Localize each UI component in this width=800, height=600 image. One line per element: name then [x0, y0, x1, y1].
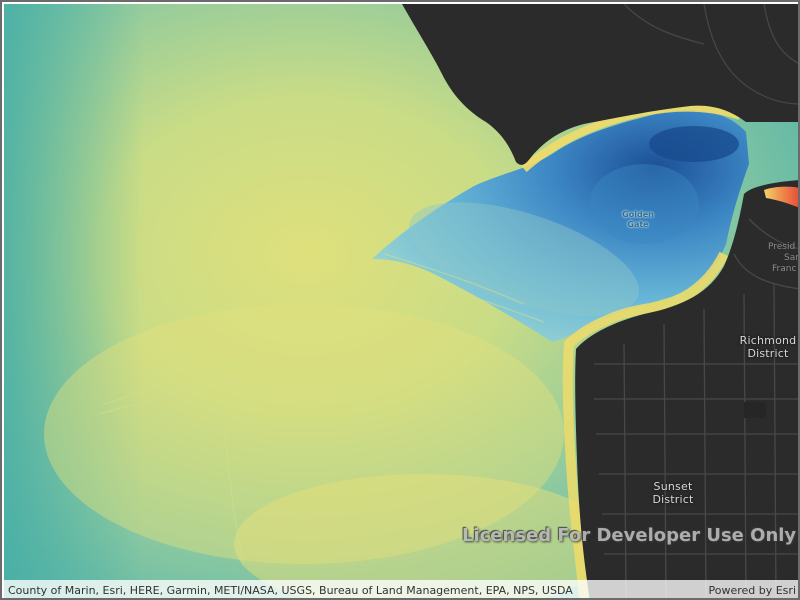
attribution-bar: County of Marin, Esri, HERE, Garmin, MET… — [4, 580, 798, 598]
presidio-label: Presid San Franc — [768, 242, 800, 275]
sunset-district-label: Sunset District — [640, 480, 706, 506]
sunset-label-line2: District — [652, 493, 694, 506]
presidio-label-line1: Presid — [768, 242, 796, 252]
presidio-label-line3: Franc — [772, 264, 797, 274]
golden-gate-label: Golden Gate — [616, 210, 660, 230]
map-frame: Golden Gate Presid San Franc Richmond Di… — [0, 0, 800, 600]
bathymetry-map[interactable] — [4, 4, 800, 600]
golden-gate-label-line1: Golden — [622, 210, 654, 219]
golden-gate-label-line2: Gate — [627, 220, 649, 229]
presidio-label-line2: San — [784, 253, 800, 263]
richmond-district-label: Richmond District — [734, 334, 798, 360]
mid-bay — [589, 164, 699, 244]
attribution-text[interactable]: County of Marin, Esri, HERE, Garmin, MET… — [8, 584, 573, 597]
license-watermark: Licensed For Developer Use Only — [462, 525, 797, 546]
richmond-label-line2: District — [747, 347, 789, 360]
powered-by-esri[interactable]: Powered by Esri — [708, 584, 796, 597]
sunset-label-line1: Sunset — [653, 480, 693, 493]
deep-trough — [649, 126, 739, 162]
park-block — [744, 402, 766, 418]
map-view[interactable]: Golden Gate Presid San Franc Richmond Di… — [4, 4, 800, 600]
richmond-label-line1: Richmond — [739, 334, 797, 347]
